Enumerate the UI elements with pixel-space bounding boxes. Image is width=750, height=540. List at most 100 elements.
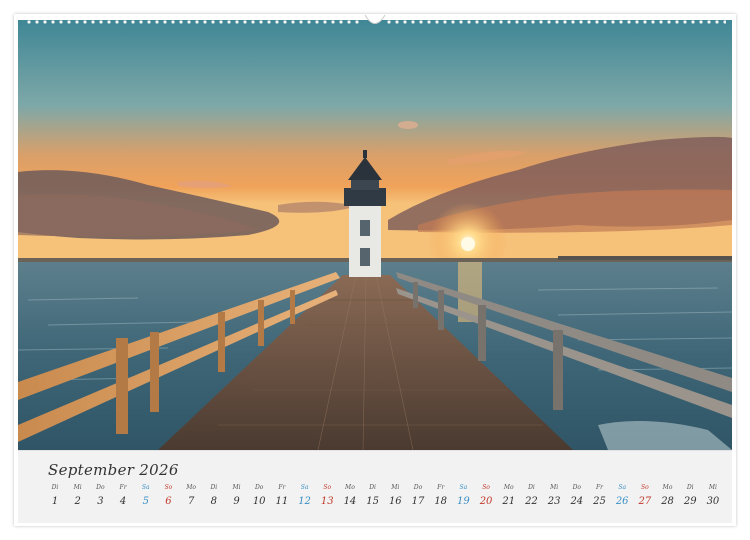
binding-hole [683, 20, 687, 24]
day-number: 21 [502, 496, 516, 507]
day-number: 24 [570, 496, 584, 507]
binding-hole [507, 20, 511, 24]
binding-hole [483, 20, 487, 24]
day-number: 20 [479, 496, 493, 507]
weekday-label: Do [572, 484, 582, 491]
day-cell: Di 29 [679, 484, 701, 514]
day-number: 16 [388, 496, 402, 507]
day-cell: Fr 18 [430, 484, 452, 514]
day-cell: Mi 2 [67, 484, 89, 514]
binding-hole [115, 20, 119, 24]
binding-hole [403, 20, 407, 24]
binding-hole [227, 20, 231, 24]
weekday-label: Fr [119, 484, 127, 491]
weekday-label: Mo [503, 484, 514, 491]
binding-hole [523, 20, 527, 24]
binding-hole [43, 20, 47, 24]
weekday-label: Mo [662, 484, 673, 491]
day-number: 19 [457, 496, 470, 507]
day-number: 17 [411, 496, 425, 507]
binding-hole [315, 20, 319, 24]
calendar-strip: September 2026 Di 1 Mi 2 Do 3 Fr 4 Sa 5 So 6 Mo 7 Di 8 M… [18, 450, 732, 523]
binding-hole [491, 20, 495, 24]
binding-hole [555, 20, 559, 24]
day-cell: So 6 [157, 484, 179, 514]
binding-hole [299, 20, 303, 24]
weekday-label: Fr [437, 484, 445, 491]
binding-hole [387, 20, 391, 24]
binding-hole [51, 20, 55, 24]
day-number: 18 [434, 496, 448, 507]
day-row: Di 1 Mi 2 Do 3 Fr 4 Sa 5 So 6 Mo 7 Di 8 Mi 9 Do 10 Fr 11 Sa 12 S… [44, 484, 724, 514]
binding-hole [219, 20, 223, 24]
weekday-label: Do [254, 484, 264, 491]
day-cell: Mi 9 [226, 484, 248, 514]
binding-hole [195, 20, 199, 24]
binding-hole [355, 20, 359, 24]
day-cell: Do 3 [89, 484, 111, 514]
weekday-label: Fr [595, 484, 604, 491]
weekday-label: Sa [459, 484, 468, 491]
weekday-label: So [323, 484, 332, 491]
day-cell: Do 10 [248, 484, 270, 514]
binding-hole [675, 20, 679, 24]
day-number: 1 [51, 496, 59, 507]
weekday-label: Mi [73, 484, 82, 491]
binding-hole [67, 20, 71, 24]
binding-hole [267, 20, 271, 24]
binding-hole [291, 20, 295, 24]
day-cell: Do 24 [566, 484, 588, 514]
binding-hole [251, 20, 255, 24]
weekday-label: Sa [141, 484, 150, 491]
day-cell: Do 17 [407, 484, 429, 514]
weekday-label: Do [96, 484, 105, 491]
binding-hole [627, 20, 631, 24]
day-number: 22 [525, 496, 538, 507]
binding-hole [139, 20, 143, 24]
binding-hole [83, 20, 87, 24]
day-number: 30 [706, 496, 720, 507]
weekday-label: So [164, 484, 173, 491]
binding-hole [635, 20, 639, 24]
day-number: 5 [142, 496, 149, 507]
binding-hole [707, 20, 711, 24]
day-cell: Mo 28 [657, 484, 679, 514]
binding-hole [35, 20, 39, 24]
day-number: 9 [233, 496, 240, 507]
binding-hole [547, 20, 551, 24]
binding-hole [451, 20, 455, 24]
weekday-label: Do [413, 484, 423, 491]
day-number: 29 [683, 496, 697, 507]
day-cell: Fr 11 [271, 484, 293, 514]
binding-hole [723, 20, 726, 24]
weekday-label: Sa [618, 484, 627, 491]
day-number: 4 [119, 496, 127, 507]
day-cell: Di 1 [44, 484, 66, 514]
day-cell: Mo 21 [498, 484, 520, 514]
weekday-label: Sa [300, 484, 309, 491]
day-cell: So 27 [634, 484, 656, 514]
binding-hole [91, 20, 95, 24]
day-number: 26 [615, 496, 629, 507]
binding-hole [259, 20, 263, 24]
day-cell: Mi 16 [384, 484, 406, 514]
binding-hole [339, 20, 343, 24]
day-cell: Sa 19 [452, 484, 474, 514]
binding-hole [651, 20, 655, 24]
day-cell: Di 22 [520, 484, 542, 514]
binding-hole [347, 20, 351, 24]
binding-hole [515, 20, 519, 24]
weekday-label: Di [686, 484, 694, 491]
weekday-label: Di [528, 484, 535, 491]
calendar-photo [18, 20, 732, 450]
binding-hole [659, 20, 663, 24]
day-number: 3 [97, 496, 104, 507]
day-number: 8 [210, 496, 217, 507]
binding-hole [611, 20, 615, 24]
day-number: 14 [343, 496, 357, 507]
binding-hole [155, 20, 159, 24]
binding-hole [163, 20, 167, 24]
binding-hole [531, 20, 535, 24]
day-cell: Mi 30 [702, 484, 724, 514]
day-cell: Fr 4 [112, 484, 134, 514]
